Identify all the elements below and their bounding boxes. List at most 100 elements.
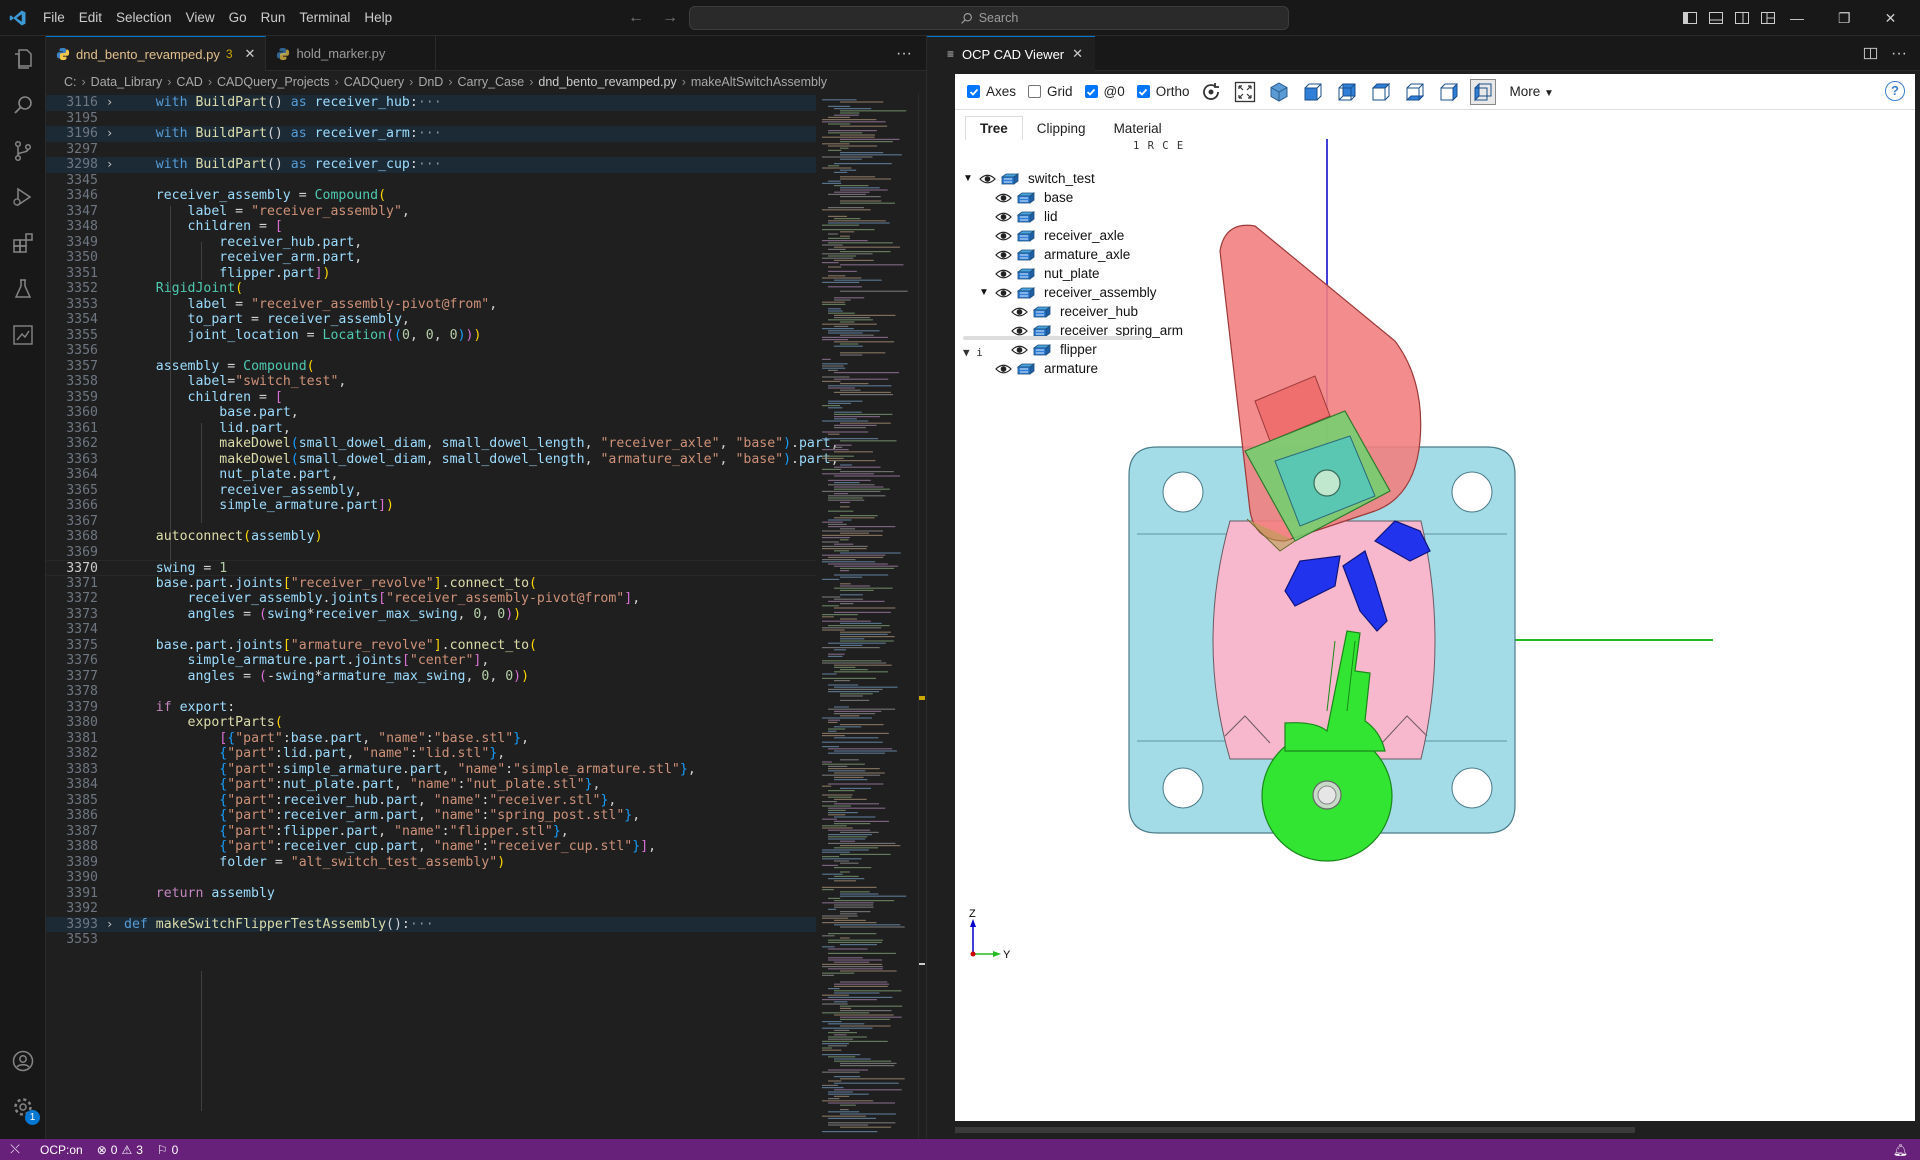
tree-expand-icon[interactable]: ▼: [979, 287, 991, 298]
code-line[interactable]: 3381 [{"part":base.part, "name":"base.st…: [46, 731, 816, 747]
extensions-icon[interactable]: [0, 220, 46, 266]
search-icon[interactable]: [0, 82, 46, 128]
code-line[interactable]: 3385 {"part":receiver_hub.part, "name":"…: [46, 793, 816, 809]
code-line[interactable]: 3364 nut_plate.part,: [46, 467, 816, 483]
run-debug-icon[interactable]: [0, 174, 46, 220]
code-line[interactable]: 3382 {"part":lid.part, "name":"lid.stl"}…: [46, 746, 816, 762]
shape-icon[interactable]: [1016, 191, 1036, 204]
breadcrumb-item[interactable]: CADQuery: [344, 75, 404, 89]
code-line[interactable]: 3363 makeDowel(small_dowel_diam, small_d…: [46, 452, 838, 468]
menu-item-terminal[interactable]: Terminal: [292, 0, 357, 36]
code-line[interactable]: 3371 base.part.joints["receiver_revolve"…: [46, 576, 816, 592]
visibility-eye-icon[interactable]: [995, 287, 1012, 299]
tree-tab-clipping[interactable]: Clipping: [1023, 117, 1100, 140]
fold-chevron-icon[interactable]: ›: [106, 126, 113, 142]
breadcrumb-item[interactable]: CAD: [176, 75, 202, 89]
code-line[interactable]: 3116 › with BuildPart() as receiver_hub:·…: [46, 95, 816, 111]
code-line[interactable]: 3392: [46, 901, 816, 917]
code-line[interactable]: 3377 angles = (-swing*armature_max_swing…: [46, 669, 816, 685]
code-line[interactable]: 3378: [46, 684, 816, 700]
explorer-icon[interactable]: [0, 36, 46, 82]
viewer-more-actions-icon[interactable]: ···: [1891, 36, 1907, 71]
menu-item-go[interactable]: Go: [222, 0, 254, 36]
code-line[interactable]: 3297: [46, 142, 816, 158]
code-line[interactable]: 3372 receiver_assembly.joints["receiver_…: [46, 591, 816, 607]
problems-indicator[interactable]: ⊗ 0 ⚠ 3: [97, 1143, 143, 1157]
tree-node-flipper[interactable]: flipper: [995, 340, 1097, 359]
top-view-icon[interactable]: [1368, 79, 1394, 105]
split-editor-icon[interactable]: [1863, 46, 1878, 61]
axes-checkbox[interactable]: Axes: [967, 84, 1016, 99]
tree-node-armature[interactable]: armature: [979, 359, 1098, 378]
code-line[interactable]: 3362 makeDowel(small_dowel_diam, small_d…: [46, 436, 838, 452]
toggle-panel-icon[interactable]: [1708, 10, 1724, 26]
menu-item-help[interactable]: Help: [357, 0, 399, 36]
rear-view-icon[interactable]: [1334, 79, 1360, 105]
visibility-eye-icon[interactable]: [995, 249, 1012, 261]
code-line[interactable]: 3389 folder = "alt_switch_test_assembly"…: [46, 855, 816, 871]
visibility-eye-icon[interactable]: [995, 363, 1012, 375]
code-line[interactable]: 3380 exportParts(: [46, 715, 816, 731]
code-line[interactable]: 3368 autoconnect(assembly): [46, 529, 816, 545]
fold-chevron-icon[interactable]: ›: [106, 95, 113, 111]
code-line[interactable]: 3383 {"part":simple_armature.part, "name…: [46, 762, 816, 778]
code-line[interactable]: 3375 base.part.joints["armature_revolve"…: [46, 638, 816, 654]
visibility-eye-icon[interactable]: [995, 211, 1012, 223]
code-line[interactable]: 3350 receiver_arm.part,: [46, 250, 816, 266]
visibility-eye-icon[interactable]: [1011, 325, 1028, 337]
info-toggle[interactable]: ▼ i: [963, 346, 983, 359]
tab-close-icon[interactable]: ✕: [245, 46, 256, 62]
shape-icon[interactable]: [1016, 286, 1036, 299]
code-line[interactable]: 3367: [46, 514, 816, 530]
cad-icon[interactable]: [0, 312, 46, 358]
tree-node-nut-plate[interactable]: nut_plate: [979, 264, 1100, 283]
code-line[interactable]: 3359 children = [: [46, 390, 816, 406]
code-line[interactable]: 3393 › def makeSwitchFlipperTestAssembly()…: [46, 916, 816, 932]
restore-icon[interactable]: ❐: [1838, 10, 1851, 27]
toggle-sidebar-icon[interactable]: [1682, 10, 1698, 26]
tree-expand-icon[interactable]: ▼: [963, 173, 975, 184]
visibility-eye-icon[interactable]: [995, 268, 1012, 280]
code-line[interactable]: 3366 simple_armature.part]): [46, 498, 816, 514]
tree-node-base[interactable]: base: [979, 188, 1073, 207]
fold-chevron-icon[interactable]: ›: [106, 157, 113, 173]
code-line[interactable]: 3298 › with BuildPart() as receiver_cup:·…: [46, 157, 816, 173]
breadcrumb-item[interactable]: makeAltSwitchAssembly: [691, 75, 827, 89]
minimize-icon[interactable]: —: [1790, 10, 1804, 26]
code-line[interactable]: 3391 return assembly: [46, 886, 816, 902]
tree-scrollbar[interactable]: [963, 336, 1143, 340]
right-view-icon[interactable]: [1469, 78, 1496, 105]
code-line[interactable]: 3387 {"part":flipper.part, "name":"flipp…: [46, 824, 816, 840]
front-view-icon[interactable]: [1300, 79, 1326, 105]
shape-icon[interactable]: [1032, 305, 1052, 318]
code-line[interactable]: 3384 {"part":nut_plate.part, "name":"nut…: [46, 777, 816, 793]
forward-arrow-icon[interactable]: →: [662, 9, 678, 27]
bottom-view-icon[interactable]: [1402, 79, 1428, 105]
tree-node-lid[interactable]: lid: [979, 207, 1058, 226]
code-line[interactable]: 3365 receiver_assembly,: [46, 483, 816, 499]
reset-view-icon[interactable]: [1198, 79, 1224, 105]
code-editor[interactable]: 3116 › with BuildPart() as receiver_hub:·…: [46, 93, 926, 1139]
help-button[interactable]: ?: [1885, 81, 1905, 101]
code-line[interactable]: 3360 base.part,: [46, 405, 816, 421]
visibility-eye-icon[interactable]: [1011, 344, 1028, 356]
tree-node-armature-axle[interactable]: armature_axle: [979, 245, 1130, 264]
code-line[interactable]: 3353 label = "receiver_assembly-pivot@fr…: [46, 297, 816, 313]
notifications-icon[interactable]: 🔔︎: [1893, 1143, 1908, 1157]
viewer-tab-close-icon[interactable]: ✕: [1072, 46, 1083, 62]
code-line[interactable]: 3355 joint_location = Location((0, 0, 0)…: [46, 328, 816, 344]
code-line[interactable]: 3374: [46, 622, 816, 638]
code-line[interactable]: 3346 receiver_assembly = Compound(: [46, 188, 816, 204]
breadcrumb-item[interactable]: Data_Library: [91, 75, 163, 89]
shape-icon[interactable]: [1016, 248, 1036, 261]
iso-view-icon[interactable]: [1266, 79, 1292, 105]
menu-item-run[interactable]: Run: [254, 0, 293, 36]
shape-icon[interactable]: [1016, 267, 1036, 280]
fit-view-icon[interactable]: [1232, 79, 1258, 105]
command-center-search[interactable]: Search: [689, 6, 1289, 30]
code-line[interactable]: 3370 swing = 1: [46, 560, 816, 576]
code-line[interactable]: 3373 angles = (swing*receiver_max_swing,…: [46, 607, 816, 623]
account-icon[interactable]: [0, 1038, 46, 1084]
remote-indicator[interactable]: ⤬: [0, 1142, 30, 1157]
more-actions-icon[interactable]: ···: [896, 36, 912, 71]
